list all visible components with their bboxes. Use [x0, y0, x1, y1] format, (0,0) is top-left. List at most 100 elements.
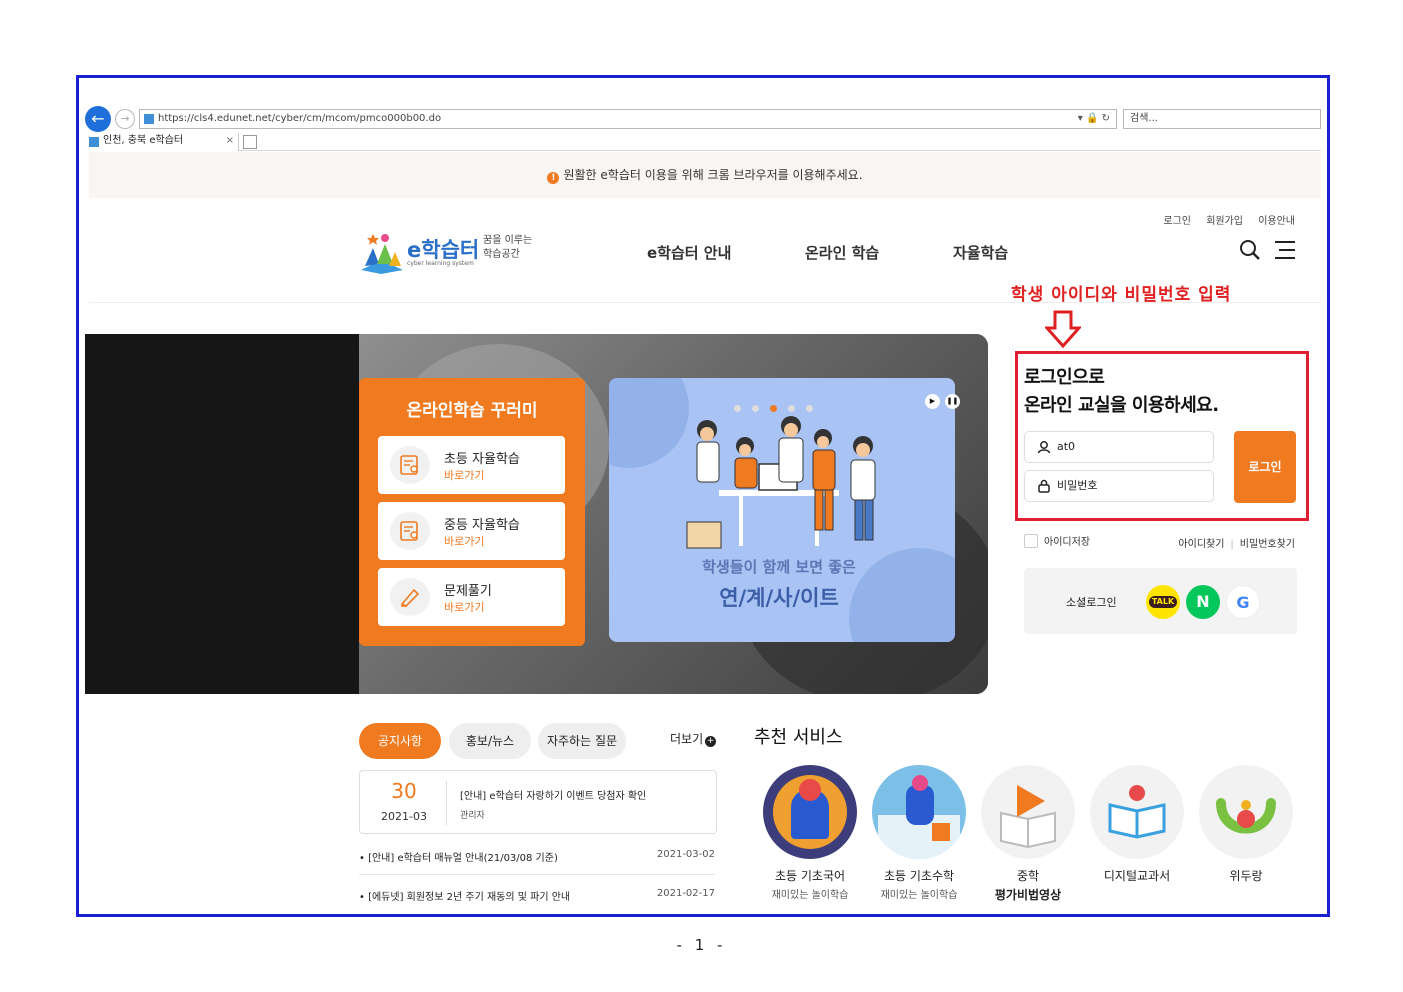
user-id-value: at0	[1057, 440, 1076, 453]
password-field[interactable]: 비밀번호	[1024, 470, 1214, 502]
guide-link[interactable]: 이용안내	[1258, 216, 1295, 227]
more-link[interactable]: 더보기 +	[670, 730, 717, 747]
save-id-label: 아이디저장	[1044, 537, 1090, 548]
slide-dot-active[interactable]	[770, 405, 777, 412]
list-search-icon	[390, 446, 430, 484]
user-icon	[1037, 441, 1051, 454]
save-id-checkbox[interactable]: 아이디저장	[1024, 533, 1090, 548]
notice-author: 관리자	[460, 811, 485, 821]
browser-notice-banner: ! 원활한 e학습터 이용을 위해 크롬 브라우저를 이용해주세요.	[89, 152, 1321, 198]
user-id-field[interactable]: at0	[1024, 431, 1214, 463]
button-link-text: 바로가기	[444, 601, 485, 614]
search-icon[interactable]	[1239, 239, 1261, 261]
page-number: - 1 -	[676, 936, 727, 954]
find-password-link[interactable]: 비밀번호찾기	[1240, 539, 1295, 550]
kakao-login-icon[interactable]: TALK	[1146, 585, 1180, 619]
card-caption: 학생들이 함께 보면 좋은	[702, 558, 856, 576]
logo-slogan-line1: 꿈을 이루는	[483, 235, 533, 246]
middle-self-study-button[interactable]: 중등 자율학습 바로가기	[378, 502, 565, 560]
card-title: 연/계/사/이트	[719, 586, 839, 610]
password-placeholder: 비밀번호	[1057, 479, 1098, 492]
browser-tab[interactable]: 인천, 충북 e학습터 ×	[85, 133, 239, 151]
tab-favicon-icon	[89, 137, 99, 147]
service-name: 초등 기초국어	[774, 869, 846, 883]
slide-indicators	[734, 397, 824, 416]
related-sites-card[interactable]: 학생들이 함께 보면 좋은 연/계/사/이트	[609, 378, 955, 642]
social-login-label: 소셜로그인	[1066, 596, 1117, 609]
play-book-icon	[981, 765, 1075, 859]
play-icon[interactable]: ▶	[925, 394, 940, 409]
tab-faq[interactable]: 자주하는 질문	[538, 723, 626, 759]
slide-dot[interactable]	[752, 405, 759, 412]
list-item[interactable]: • [안내] e학습터 매뉴얼 안내(21/03/08 기준) 2021-03-0…	[359, 849, 715, 864]
service-korean[interactable]: 초등 기초국어 재미있는 놀이학습	[763, 765, 857, 901]
naver-login-icon[interactable]: N	[1186, 585, 1220, 619]
list-item[interactable]: • [에듀넷] 회원정보 2년 주기 재동의 및 파기 안내 2021-02-17	[359, 888, 715, 903]
hamburger-menu-icon[interactable]	[1275, 241, 1295, 259]
wedorang-logo-icon	[1199, 765, 1293, 859]
slide-dot[interactable]	[734, 405, 741, 412]
service-subtitle: 재미있는 놀이학습	[880, 890, 958, 901]
find-id-link[interactable]: 아이디찾기	[1178, 539, 1224, 550]
login-link[interactable]: 로그인	[1163, 216, 1191, 227]
logo-slogan: 꿈을 이루는 학습공간	[483, 234, 532, 262]
notice-title: [안내] e학습터 자랑하기 이벤트 당첨자 확인	[460, 791, 647, 802]
site-logo[interactable]: e학습터 cyber learning system 꿈을 이루는 학습공간	[359, 226, 539, 280]
back-arrow-icon[interactable]: ←	[85, 106, 111, 132]
button-title: 중등 자율학습	[444, 518, 520, 533]
learning-package-panel: 온라인학습 꾸러미 초등 자율학습 바로가기 중등 자율학습 바로가기 문제풀기…	[359, 378, 585, 646]
screenshot-frame: ← → https://cls4.edunet.net/cyber/cm/mco…	[76, 75, 1330, 917]
down-arrow-icon	[1045, 310, 1081, 348]
panel-title: 온라인학습 꾸러미	[406, 401, 538, 421]
nav-online-learning[interactable]: 온라인 학습	[805, 242, 879, 263]
nav-about[interactable]: e학습터 안내	[647, 242, 731, 263]
service-digital-textbook[interactable]: 디지털교과서	[1090, 765, 1184, 884]
slide-dot[interactable]	[806, 405, 813, 412]
tab-notice[interactable]: 공지사항	[359, 723, 441, 759]
list-item-title: [에듀넷] 회원정보 2년 주기 재동의 및 파기 안내	[368, 892, 571, 903]
elementary-self-study-button[interactable]: 초등 자율학습 바로가기	[378, 436, 565, 494]
problem-solving-button[interactable]: 문제풀기 바로가기	[378, 568, 565, 626]
pause-icon[interactable]: ❚❚	[945, 394, 960, 409]
list-search-icon	[390, 512, 430, 550]
url-text: https://cls4.edunet.net/cyber/cm/mcom/pm…	[158, 113, 442, 124]
button-link-text: 바로가기	[444, 469, 485, 482]
slide-dot[interactable]	[788, 405, 795, 412]
featured-notice[interactable]: 30 2021-03 [안내] e학습터 자랑하기 이벤트 당첨자 확인 관리자	[359, 770, 717, 834]
pencil-hand-icon	[390, 578, 430, 616]
service-wedorang[interactable]: 위두랑	[1199, 765, 1293, 884]
browser-search-input[interactable]: 검색...	[1123, 109, 1321, 129]
service-subtitle: 재미있는 놀이학습	[771, 890, 849, 901]
button-link-text: 바로가기	[444, 535, 485, 548]
forward-arrow-icon[interactable]: →	[115, 109, 135, 129]
signup-link[interactable]: 회원가입	[1206, 216, 1243, 227]
logo-slogan-line2: 학습공간	[483, 249, 520, 260]
service-name: 중학	[1016, 869, 1040, 883]
close-tab-icon[interactable]: ×	[226, 133, 234, 149]
recommended-title: 추천 서비스	[754, 727, 843, 748]
service-middle-video[interactable]: 중학 평가비법영상	[981, 765, 1075, 903]
lock-refresh-icon[interactable]: ▾ 🔒 ↻	[1078, 110, 1110, 128]
service-name: 디지털교과서	[1103, 869, 1171, 883]
list-item-date: 2021-03-02	[656, 849, 715, 860]
login-heading-line1: 로그인으로	[1024, 367, 1105, 388]
button-title: 문제풀기	[444, 584, 492, 599]
login-heading: 로그인으로 온라인 교실을 이용하세요.	[1024, 364, 1219, 420]
checkbox-icon[interactable]	[1024, 534, 1038, 548]
alert-icon: !	[547, 172, 560, 184]
find-account-links: 아이디찾기 | 비밀번호찾기	[1178, 539, 1295, 550]
tab-news[interactable]: 홍보/뉴스	[449, 723, 531, 759]
logo-subtext: cyber learning system	[407, 260, 474, 267]
util-links: 로그인 회원가입 이용안내	[1151, 212, 1295, 227]
browser-tab-bar: 인천, 충북 e학습터 ×	[85, 133, 1321, 151]
login-button[interactable]: 로그인	[1234, 431, 1296, 503]
google-login-icon[interactable]: G	[1226, 585, 1260, 619]
service-math[interactable]: 초등 기초수학 재미있는 놀이학습	[872, 765, 966, 901]
button-title: 초등 자율학습	[444, 452, 520, 467]
list-item-title: [안내] e학습터 매뉴얼 안내(21/03/08 기준)	[368, 853, 558, 864]
url-input[interactable]: https://cls4.edunet.net/cyber/cm/mcom/pm…	[139, 109, 1117, 129]
site-favicon-icon	[144, 114, 154, 124]
more-label: 더보기	[670, 732, 704, 746]
new-tab-button[interactable]	[243, 135, 257, 149]
nav-self-learning[interactable]: 자율학습	[953, 242, 1008, 263]
